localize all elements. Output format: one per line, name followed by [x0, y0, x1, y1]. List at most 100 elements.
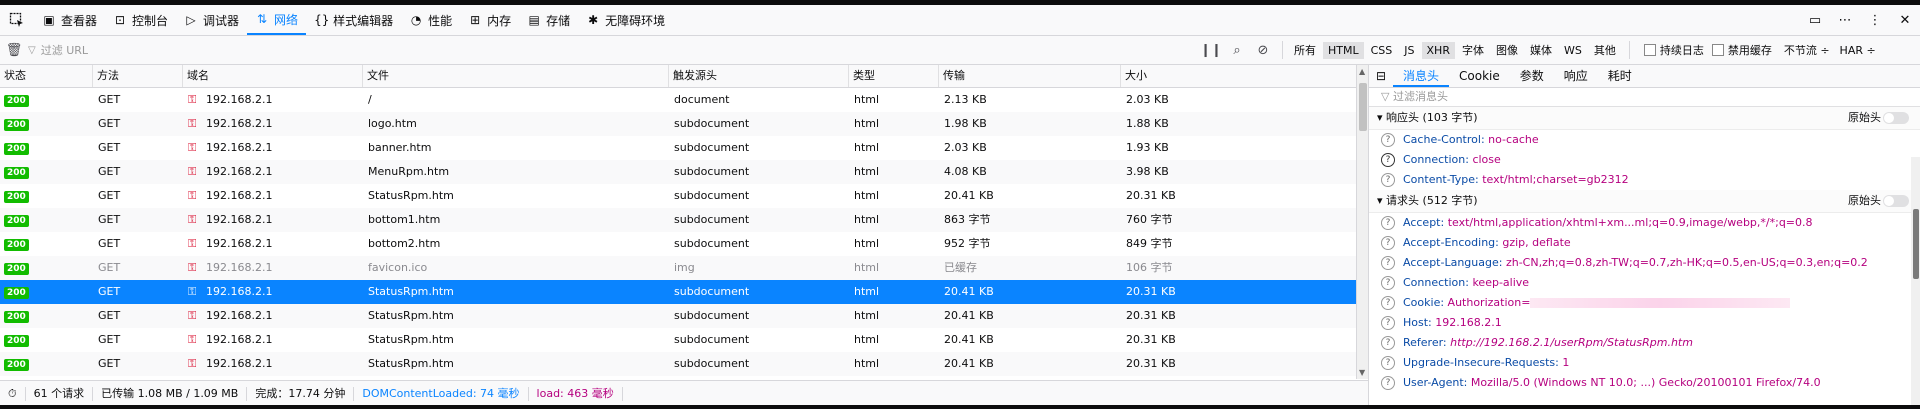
- header-row[interactable]: ? Accept-Encoding: gzip, deflate: [1369, 233, 1920, 253]
- tab-label: 查看器: [61, 13, 98, 28]
- tab-debugger[interactable]: ▷ 调试器: [176, 5, 247, 35]
- filter-js[interactable]: JS: [1399, 42, 1419, 59]
- filter-media[interactable]: 媒体: [1525, 40, 1557, 60]
- tab-memory[interactable]: ⊞ 内存: [460, 5, 519, 35]
- dock-options-icon[interactable]: ⋯: [1830, 13, 1860, 28]
- header-row[interactable]: ? Connection: keep-alive: [1369, 273, 1920, 293]
- pause-icon[interactable]: ❙❙: [1198, 43, 1224, 58]
- col-status-header[interactable]: 状态: [0, 65, 92, 87]
- tab-console[interactable]: ⊡ 控制台: [105, 5, 176, 35]
- insecure-lock-icon: ⚿: [188, 165, 197, 178]
- tab-accessibility[interactable]: ✱ 无障碍环境: [578, 5, 673, 35]
- col-size-header[interactable]: 大小: [1120, 65, 1356, 87]
- col-transferred-header[interactable]: 传输: [938, 65, 1120, 87]
- table-row[interactable]: 200 GET ⚿ 192.168.2.1 StatusRpm.htm subdocume…: [0, 280, 1356, 304]
- panel-scrollbar[interactable]: [1911, 157, 1920, 405]
- table-row[interactable]: 200 GET ⚿ 192.168.2.1 MenuRpm.htm subdocument…: [0, 160, 1356, 184]
- raw-headers-toggle[interactable]: [1883, 112, 1909, 124]
- help-icon[interactable]: ?: [1381, 133, 1395, 147]
- scroll-down-icon[interactable]: ▼: [1359, 368, 1365, 377]
- header-row[interactable]: ? Cache-Control: no-cache: [1369, 130, 1920, 150]
- col-domain-header[interactable]: 域名: [182, 65, 362, 87]
- tab-timings[interactable]: 耗时: [1598, 65, 1642, 87]
- settings-menu-icon[interactable]: ⋮: [1860, 13, 1890, 28]
- filter-other[interactable]: 其他: [1589, 40, 1621, 60]
- har-menu[interactable]: HAR ÷: [1840, 44, 1876, 57]
- help-icon[interactable]: ?: [1381, 276, 1395, 290]
- close-icon[interactable]: ✕: [1890, 13, 1920, 28]
- header-row[interactable]: ? Content-Type: text/html;charset=gb2312: [1369, 170, 1920, 190]
- scrollbar-thumb[interactable]: [1359, 83, 1367, 131]
- header-name: Accept:: [1403, 216, 1445, 229]
- col-method-header[interactable]: 方法: [92, 65, 182, 87]
- help-icon[interactable]: ?: [1381, 356, 1395, 370]
- throttle-select[interactable]: 不节流 ÷: [1784, 42, 1830, 58]
- help-icon[interactable]: ?: [1381, 376, 1395, 390]
- filter-fonts[interactable]: 字体: [1457, 40, 1489, 60]
- raw-headers-toggle[interactable]: [1883, 195, 1909, 207]
- table-row[interactable]: 200 GET ⚿ 192.168.2.1 StatusRpm.htm subdocume…: [0, 328, 1356, 352]
- block-icon[interactable]: ⊘: [1250, 43, 1276, 58]
- responsive-design-icon[interactable]: ▭: [1800, 13, 1830, 28]
- close-panel-icon[interactable]: ⊟: [1369, 69, 1393, 83]
- performance-analysis-icon[interactable]: ⏱: [0, 386, 26, 401]
- trash-icon[interactable]: 🗑: [0, 43, 28, 58]
- tab-cookies[interactable]: Cookie: [1449, 65, 1510, 87]
- header-row[interactable]: ? Accept-Language: zh-CN,zh;q=0.8,zh-TW;q…: [1369, 253, 1920, 273]
- tab-network[interactable]: ⇅ 网络: [247, 5, 307, 35]
- table-row[interactable]: 200 GET ⚿ 192.168.2.1 bottom1.htm subdocument…: [0, 208, 1356, 232]
- filter-html[interactable]: HTML: [1323, 41, 1364, 59]
- table-row[interactable]: 200 GET ⚿ 192.168.2.1 StatusRpm.htm subdocume…: [0, 304, 1356, 328]
- tab-style-editor[interactable]: {} 样式编辑器: [306, 5, 401, 35]
- col-cause-header[interactable]: 触发源头: [668, 65, 848, 87]
- header-row[interactable]: ? Cookie: Authorization=: [1369, 293, 1920, 313]
- tab-params[interactable]: 参数: [1510, 65, 1554, 87]
- tab-response[interactable]: 响应: [1554, 65, 1598, 87]
- header-row[interactable]: ? Referer: http://192.168.2.1/userRpm/Sta…: [1369, 333, 1920, 353]
- scroll-up-icon[interactable]: ▲: [1359, 67, 1365, 76]
- filter-images[interactable]: 图像: [1491, 40, 1523, 60]
- col-type-cell: html: [854, 237, 880, 250]
- help-icon[interactable]: ?: [1381, 296, 1395, 310]
- help-icon[interactable]: ?: [1381, 256, 1395, 270]
- table-row[interactable]: 200 GET ⚿ 192.168.2.1 StatusRpm.htm subdocume…: [0, 352, 1356, 376]
- col-file-header[interactable]: 文件: [362, 65, 668, 87]
- help-icon[interactable]: ?: [1381, 216, 1395, 230]
- help-icon[interactable]: ?: [1381, 236, 1395, 250]
- tab-headers[interactable]: 消息头: [1393, 65, 1450, 87]
- scrollbar-thumb[interactable]: [1913, 209, 1919, 279]
- help-icon[interactable]: ?: [1381, 316, 1395, 330]
- header-row[interactable]: ? Host: 192.168.2.1: [1369, 313, 1920, 333]
- table-row[interactable]: 200 GET ⚿ 192.168.2.1 logo.htm subdocument htm…: [0, 112, 1356, 136]
- response-headers-section[interactable]: ▾ 响应头 (103 字节) 原始头: [1369, 107, 1920, 130]
- filter-headers-input[interactable]: ▽ 过滤消息头: [1369, 88, 1920, 107]
- tab-inspector[interactable]: ▣ 查看器: [34, 5, 105, 35]
- divider: [1628, 41, 1630, 59]
- filter-xhr[interactable]: XHR: [1421, 41, 1455, 59]
- disable-cache-checkbox[interactable]: 禁用缓存: [1711, 42, 1772, 58]
- header-row[interactable]: ? Connection: close: [1369, 150, 1920, 170]
- header-row[interactable]: ? Accept: text/html,application/xhtml+xm.…: [1369, 213, 1920, 233]
- filter-ws[interactable]: WS: [1559, 42, 1587, 59]
- table-row[interactable]: 200 GET ⚿ 192.168.2.1 banner.htm subdocument h…: [0, 136, 1356, 160]
- table-row[interactable]: 200 GET ⚿ 192.168.2.1 StatusRpm.htm subdocume…: [0, 184, 1356, 208]
- persist-logs-checkbox[interactable]: 持续日志: [1643, 42, 1704, 58]
- table-row[interactable]: 200 GET ⚿ 192.168.2.1 / document html 2.13 KB 2.…: [0, 88, 1356, 112]
- header-row[interactable]: ? Upgrade-Insecure-Requests: 1: [1369, 353, 1920, 373]
- help-icon[interactable]: ?: [1381, 153, 1395, 167]
- filter-all[interactable]: 所有: [1289, 40, 1321, 60]
- header-row[interactable]: ? User-Agent: Mozilla/5.0 (Windows NT 10.…: [1369, 373, 1920, 393]
- help-icon[interactable]: ?: [1381, 336, 1395, 350]
- filter-css[interactable]: CSS: [1366, 42, 1398, 59]
- request-headers-section[interactable]: ▾ 请求头 (512 字节) 原始头: [1369, 190, 1920, 213]
- search-icon[interactable]: ⌕: [1224, 43, 1250, 58]
- table-row[interactable]: 200 GET ⚿ 192.168.2.1 bottom2.htm subdocument…: [0, 232, 1356, 256]
- tab-performance[interactable]: ◔ 性能: [401, 5, 460, 35]
- help-icon[interactable]: ?: [1381, 173, 1395, 187]
- filter-url-input[interactable]: ▽ 过滤 URL: [28, 39, 1198, 61]
- table-row[interactable]: 200 GET ⚿ 192.168.2.1 favicon.ico img html 已缓存 1…: [0, 256, 1356, 280]
- col-type-header[interactable]: 类型: [848, 65, 938, 87]
- tab-storage[interactable]: ▤ 存储: [519, 5, 578, 35]
- checkbox-label: 持续日志: [1659, 44, 1704, 57]
- element-picker-icon[interactable]: [0, 5, 34, 35]
